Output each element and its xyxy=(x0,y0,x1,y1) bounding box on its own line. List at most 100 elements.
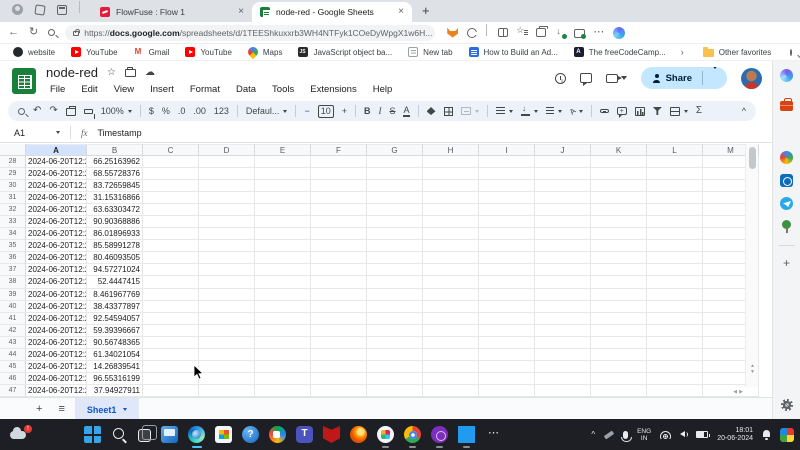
search-icon[interactable] xyxy=(48,29,55,36)
cell-empty[interactable] xyxy=(199,325,255,337)
taskbar-app-colorful-icon[interactable] xyxy=(377,426,394,443)
clock[interactable]: 18:0120-06-2024 xyxy=(717,427,753,443)
font-size-increase[interactable]: + xyxy=(342,106,347,116)
cell-empty[interactable] xyxy=(143,276,199,288)
cell-empty[interactable] xyxy=(479,192,535,204)
cell-value[interactable]: 63.63303472 xyxy=(87,204,143,216)
cell-empty[interactable] xyxy=(479,337,535,349)
cell-value[interactable]: 59.39396667 xyxy=(87,325,143,337)
browser-profile-icon[interactable] xyxy=(12,4,23,15)
cell-empty[interactable] xyxy=(647,156,703,168)
cell-empty[interactable] xyxy=(535,361,591,373)
cell-empty[interactable] xyxy=(479,373,535,385)
bookmark-item[interactable]: Maps xyxy=(241,46,290,58)
cell-empty[interactable] xyxy=(535,325,591,337)
taskbar-app-purple-icon[interactable] xyxy=(431,426,448,443)
copilot-icon[interactable] xyxy=(613,27,625,39)
sidebar-m365-icon[interactable] xyxy=(780,151,793,164)
cell-timestamp[interactable]: 2024-06-20T12:2 xyxy=(26,156,87,168)
cell-empty[interactable] xyxy=(591,313,647,325)
cell-empty[interactable] xyxy=(423,313,479,325)
row-header[interactable]: 34 xyxy=(0,228,26,240)
menu-help[interactable]: Help xyxy=(367,83,399,96)
views-icon[interactable] xyxy=(670,107,688,116)
row-header[interactable]: 39 xyxy=(0,289,26,301)
cell-empty[interactable] xyxy=(647,204,703,216)
battery-icon[interactable] xyxy=(696,431,708,438)
italic-icon[interactable]: I xyxy=(378,106,381,116)
zoom-select[interactable]: 100% xyxy=(101,106,132,116)
cell-empty[interactable] xyxy=(143,349,199,361)
cell-empty[interactable] xyxy=(535,252,591,264)
favorites-list-icon[interactable] xyxy=(517,28,527,38)
cell-empty[interactable] xyxy=(199,252,255,264)
cell-empty[interactable] xyxy=(143,252,199,264)
menu-insert[interactable]: Insert xyxy=(144,83,180,96)
cell-empty[interactable] xyxy=(143,301,199,313)
cell-empty[interactable] xyxy=(255,313,311,325)
cell-empty[interactable] xyxy=(591,180,647,192)
cell-empty[interactable] xyxy=(311,301,367,313)
cell-empty[interactable] xyxy=(423,228,479,240)
cell-empty[interactable] xyxy=(199,313,255,325)
cell-value[interactable]: 14.26839541 xyxy=(87,361,143,373)
cell-empty[interactable] xyxy=(143,216,199,228)
cell-empty[interactable] xyxy=(143,325,199,337)
vertical-scrollbar[interactable]: ▲ ▼ xyxy=(745,144,758,387)
row-header[interactable]: 45 xyxy=(0,361,26,373)
cell-empty[interactable] xyxy=(311,361,367,373)
cell-empty[interactable] xyxy=(591,385,647,397)
sidebar-add-icon[interactable]: + xyxy=(783,256,790,270)
cell-empty[interactable] xyxy=(591,264,647,276)
cell-value[interactable]: 85.58991278 xyxy=(87,240,143,252)
row-header[interactable]: 40 xyxy=(0,301,26,313)
cell-value[interactable]: 94.57271024 xyxy=(87,264,143,276)
bookmark-item[interactable]: website xyxy=(6,46,62,58)
cell-empty[interactable] xyxy=(199,192,255,204)
cell-empty[interactable] xyxy=(311,313,367,325)
insert-comment-icon[interactable]: + xyxy=(617,107,627,115)
cell-empty[interactable] xyxy=(255,325,311,337)
decrease-decimal-icon[interactable]: .0 xyxy=(178,106,186,116)
cell-empty[interactable] xyxy=(255,361,311,373)
cell-empty[interactable] xyxy=(423,337,479,349)
cell-empty[interactable] xyxy=(423,156,479,168)
cell-empty[interactable] xyxy=(647,252,703,264)
cell-timestamp[interactable]: 2024-06-20T12:2 xyxy=(26,204,87,216)
row-header[interactable]: 31 xyxy=(0,192,26,204)
cell-empty[interactable] xyxy=(367,192,423,204)
cell-empty[interactable] xyxy=(199,264,255,276)
taskbar-widgets-icon[interactable] xyxy=(161,426,178,443)
cell-empty[interactable] xyxy=(311,240,367,252)
menu-edit[interactable]: Edit xyxy=(75,83,103,96)
bookmark-item[interactable]: YouTube xyxy=(178,46,238,58)
cell-empty[interactable] xyxy=(591,361,647,373)
cell-empty[interactable] xyxy=(255,276,311,288)
taskbar-edge-icon[interactable] xyxy=(188,426,205,443)
column-header-G[interactable]: G xyxy=(367,144,423,156)
menu-extensions[interactable]: Extensions xyxy=(304,83,362,96)
row-header[interactable]: 41 xyxy=(0,313,26,325)
notifications-icon[interactable] xyxy=(762,430,771,439)
cell-empty[interactable] xyxy=(479,325,535,337)
cell-timestamp[interactable]: 2024-06-20T12:2 xyxy=(26,289,87,301)
cloud-status-icon[interactable]: ☁ xyxy=(145,67,155,78)
microphone-icon[interactable] xyxy=(623,431,628,439)
cell-empty[interactable] xyxy=(367,240,423,252)
cell-empty[interactable] xyxy=(479,349,535,361)
cell-empty[interactable] xyxy=(647,216,703,228)
cell-empty[interactable] xyxy=(479,180,535,192)
cell-empty[interactable] xyxy=(479,385,535,397)
cell-empty[interactable] xyxy=(647,264,703,276)
hidden-icons-chevron[interactable]: ^ xyxy=(591,430,595,439)
speaker-icon[interactable] xyxy=(680,431,687,438)
filter-icon[interactable] xyxy=(653,107,662,115)
cell-empty[interactable] xyxy=(255,373,311,385)
cell-empty[interactable] xyxy=(199,276,255,288)
column-header-D[interactable]: D xyxy=(199,144,255,156)
cell-empty[interactable] xyxy=(199,168,255,180)
cell-empty[interactable] xyxy=(311,373,367,385)
collections-icon[interactable] xyxy=(536,28,546,37)
add-sheet-icon[interactable]: + xyxy=(30,403,48,415)
cell-empty[interactable] xyxy=(423,289,479,301)
